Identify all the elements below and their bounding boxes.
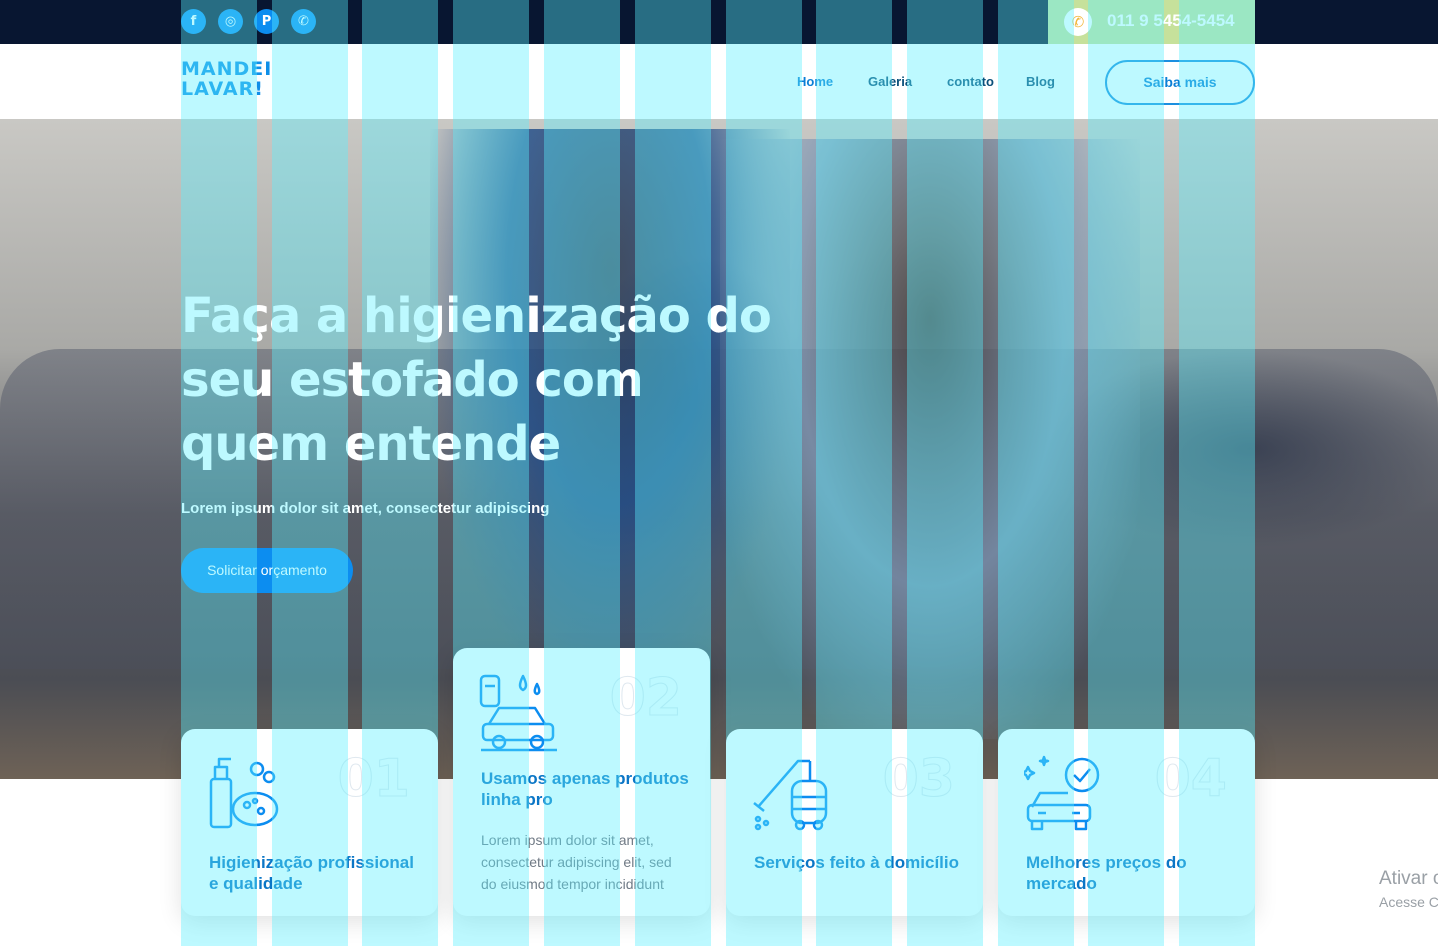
hero-title: Faça a higienização do seu estofado com …: [181, 288, 772, 472]
solicitar-orcamento-button[interactable]: Solicitar orçamento: [181, 548, 353, 593]
phone-number: 011 9 5454-5454: [1107, 11, 1235, 30]
logo[interactable]: MANDEI LAVAR!: [181, 59, 272, 99]
activation-watermark-subtitle: Acesse C: [1379, 894, 1438, 910]
hero-photo-woman: [720, 139, 1140, 739]
card-title: Serviços feito à domicílio: [754, 853, 960, 872]
phone-icon[interactable]: ✆: [291, 9, 316, 34]
card-title: Melhores preços do mercado: [1026, 853, 1187, 893]
instagram-icon[interactable]: ◎: [218, 9, 243, 34]
car-wash-icon: [479, 674, 557, 752]
cleaning-products-icon: [209, 757, 279, 829]
navbar: MANDEI LAVAR! Home Galeria contato Blog …: [0, 44, 1438, 119]
logo-line2: LAVAR!: [181, 78, 264, 100]
card-title: Higienização profissional e qualidade: [209, 853, 414, 893]
activation-watermark-title: Ativar o: [1379, 868, 1438, 889]
hero-section: Faça a higienização do seu estofado com …: [0, 119, 1438, 779]
nav-blog[interactable]: Blog: [1026, 74, 1055, 89]
hero-subtitle: Lorem ipsum dolor sit amet, consectetur …: [181, 500, 550, 517]
vacuum-cleaner-icon: [753, 759, 828, 831]
phone-icon: ✆: [1064, 8, 1092, 36]
top-bar: f ◎ P ✆ ✆ 011 9 5454-5454: [0, 0, 1438, 44]
card-text: Lorem ipsum dolor sit amet, consectetur …: [481, 832, 672, 892]
feature-card[interactable]: 03 Serviços feito à domicílio: [726, 729, 983, 916]
nav-home[interactable]: Home: [797, 74, 833, 89]
saiba-mais-button[interactable]: Saiba mais: [1105, 60, 1255, 105]
logo-line1: MANDEI: [181, 58, 273, 80]
card-number: 04: [1154, 749, 1227, 810]
car-check-icon: [1024, 755, 1100, 831]
card-number: 01: [337, 749, 410, 810]
facebook-icon[interactable]: f: [181, 9, 206, 34]
nav-galeria[interactable]: Galeria: [868, 74, 912, 89]
card-number: 02: [609, 668, 682, 729]
feature-card[interactable]: 01 Higienização profissional e qualidade: [181, 729, 438, 916]
nav-contato[interactable]: contato: [947, 74, 994, 89]
feature-card[interactable]: 02 Usamos apenas produtos linha pro Lore…: [453, 648, 710, 916]
pinterest-icon[interactable]: P: [254, 9, 279, 34]
feature-card[interactable]: 04 Melhores preços do mercado: [998, 729, 1255, 916]
card-title: Usamos apenas produtos linha pro: [481, 769, 689, 809]
card-number: 03: [882, 749, 955, 810]
phone-contact[interactable]: ✆ 011 9 5454-5454: [1048, 0, 1255, 44]
